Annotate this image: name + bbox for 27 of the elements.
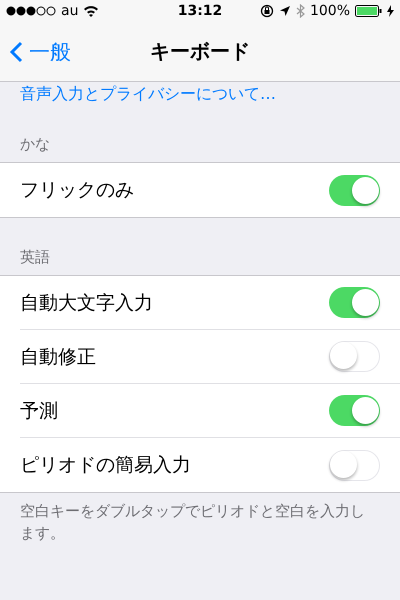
battery-percent: 100% — [310, 3, 350, 19]
section-header: 英語 — [19, 247, 51, 268]
setting-label: フリックのみ — [20, 178, 135, 203]
setting-label: 自動大文字入力 — [20, 290, 154, 316]
toggle-switch[interactable] — [329, 395, 380, 426]
carrier-name: au — [61, 3, 78, 19]
setting-label: 予測 — [20, 398, 59, 424]
battery-icon — [355, 5, 382, 17]
rotation-lock-icon — [260, 4, 274, 18]
page-title: キーボード — [150, 38, 250, 65]
section-header: かな — [19, 134, 51, 155]
toggle-switch[interactable] — [329, 287, 380, 318]
toggle-switch[interactable] — [329, 341, 380, 372]
setting-label: ピリオドの簡易入力 — [20, 453, 192, 478]
bluetooth-icon — [296, 4, 305, 18]
location-icon — [278, 5, 291, 17]
back-button[interactable]: 一般 — [0, 38, 71, 66]
chevron-left-icon — [10, 40, 23, 62]
setting-label: 自動修正 — [20, 344, 97, 370]
charging-icon — [387, 5, 394, 17]
clock-time: 13:12 — [178, 3, 222, 19]
toggle-switch[interactable] — [329, 174, 380, 206]
signal-icon — [6, 6, 56, 16]
wifi-icon — [83, 5, 100, 17]
toggle-switch[interactable] — [329, 450, 380, 480]
privacy-link[interactable]: 音声入力とプライバシーについて… — [0, 82, 296, 105]
section-footer: 空白キーをダブルタップでピリオドと空白を入力します。 — [0, 493, 400, 544]
